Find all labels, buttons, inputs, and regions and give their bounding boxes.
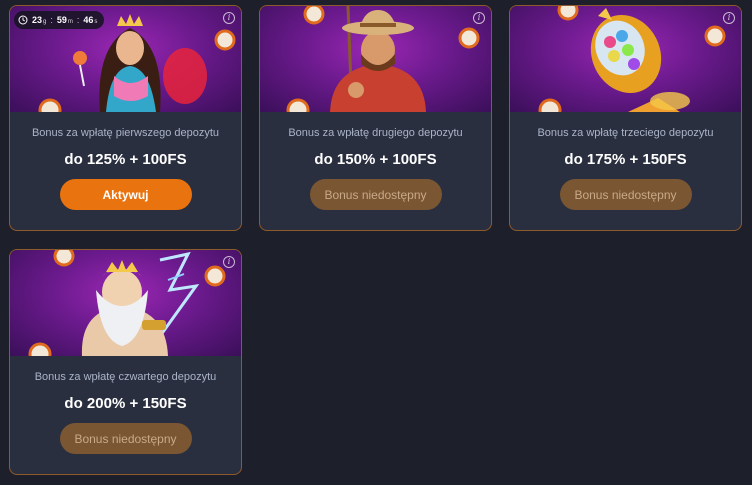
bonus-unavailable-button[interactable]: Bonus niedostępny: [309, 179, 442, 210]
activate-button[interactable]: Aktywuj: [59, 179, 192, 210]
bonus-amount: do 200% + 150FS: [64, 395, 187, 412]
bonus-card-second-deposit: i Bonus za wpłatę drugiego depozytu do 1…: [259, 5, 492, 231]
bonus-banner: i: [10, 250, 241, 356]
timer-separator: :: [76, 15, 80, 25]
bonus-label: Bonus za wpłatę drugiego depozytu: [288, 127, 463, 139]
timer-days: 23g: [32, 15, 47, 25]
info-icon[interactable]: i: [723, 12, 735, 24]
zeus-illustration: [28, 250, 226, 356]
bonus-banner: i: [260, 6, 491, 112]
cowboy-illustration: [286, 6, 480, 112]
bonus-unavailable-button[interactable]: Bonus niedostępny: [559, 179, 692, 210]
bonus-banner: 23g : 59m : 46s i: [10, 6, 241, 112]
bonus-unavailable-button[interactable]: Bonus niedostępny: [59, 423, 192, 454]
info-icon[interactable]: i: [223, 12, 235, 24]
bonus-label: Bonus za wpłatę pierwszego depozytu: [31, 127, 220, 139]
timer-separator: :: [50, 15, 53, 25]
timer-hours: 59m: [56, 15, 73, 25]
bonus-amount: do 150% + 100FS: [314, 151, 437, 168]
bonus-card-fourth-deposit: i Bonus za wpłatę czwartego depozytu do …: [9, 249, 242, 475]
bonus-card-first-deposit: 23g : 59m : 46s i Bonus za wpłatę pierws…: [9, 5, 242, 231]
bonus-label: Bonus za wpłatę czwartego depozytu: [34, 371, 217, 383]
clock-icon: [18, 15, 28, 25]
gumball-rocket-illustration: [538, 6, 726, 112]
bonus-banner: i: [510, 6, 741, 112]
bonus-label: Bonus za wpłatę trzeciego depozytu: [537, 127, 714, 139]
countdown-timer: 23g : 59m : 46s: [14, 11, 105, 29]
bonus-amount: do 175% + 150FS: [564, 151, 687, 168]
info-icon[interactable]: i: [473, 12, 485, 24]
timer-seconds: 46s: [83, 15, 98, 25]
bonus-card-third-deposit: i Bonus za wpłatę trzeciego depozytu do …: [509, 5, 742, 231]
bonus-grid: 23g : 59m : 46s i Bonus za wpłatę pierws…: [0, 0, 752, 485]
bonus-amount: do 125% + 100FS: [64, 151, 187, 168]
info-icon[interactable]: i: [223, 256, 235, 268]
